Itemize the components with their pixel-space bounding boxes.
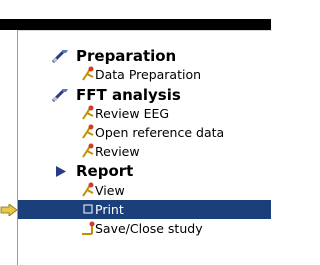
title-strip: [0, 19, 271, 30]
tree-group-label: Report: [76, 162, 134, 180]
tree-item-data-preparation[interactable]: Data Preparation: [0, 65, 254, 84]
tree-group-preparation[interactable]: Preparation: [0, 47, 254, 66]
tree-group-label: FFT analysis: [76, 86, 181, 104]
tree-item-save-close-study[interactable]: Save/Close study: [0, 219, 254, 238]
current-step-arrow-icon: [0, 204, 18, 216]
tree-group-label: Preparation: [76, 47, 177, 65]
tree-item-label: View: [95, 183, 125, 198]
window-title-bar: [0, 0, 271, 30]
tree-item-print[interactable]: Print: [18, 200, 271, 219]
tree-item-label: Save/Close study: [95, 221, 203, 236]
tree-item-label: Data Preparation: [95, 67, 202, 82]
tree-item-label: Review EEG: [95, 106, 170, 121]
tree-item-label: Open reference data: [95, 125, 225, 140]
tree-item-view[interactable]: View: [0, 181, 254, 200]
tree-item-label: Review: [95, 144, 140, 159]
tools-icon: [51, 89, 68, 103]
tree-item-review[interactable]: Review: [0, 142, 254, 161]
tree-item-open-reference-data[interactable]: Open reference data: [0, 123, 254, 142]
tree-item-review-eeg[interactable]: Review EEG: [0, 104, 254, 123]
tree-group-report[interactable]: Report: [0, 162, 254, 181]
tree-group-fft-analysis[interactable]: FFT analysis: [0, 86, 254, 105]
tree-item-label: Print: [95, 202, 124, 217]
play-icon: [56, 166, 66, 177]
tools-icon: [51, 50, 68, 64]
